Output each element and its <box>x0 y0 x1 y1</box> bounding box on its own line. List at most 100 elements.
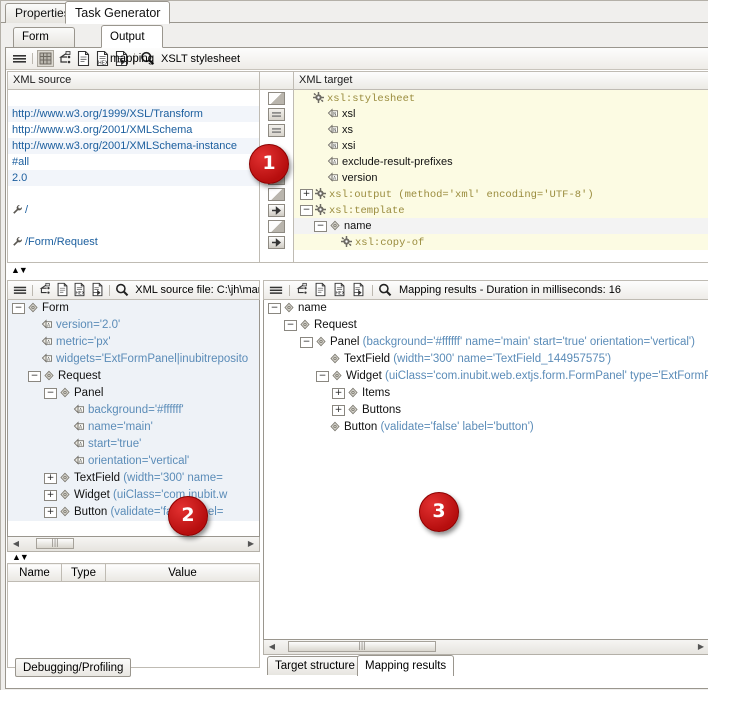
tab-form-mapping[interactable]: Form mapping <box>13 27 75 47</box>
xml-target-row[interactable]: Aversion <box>294 170 710 186</box>
xml-target-row[interactable]: Nxsi <box>294 138 710 154</box>
tree-node[interactable]: +Buttons <box>264 402 709 419</box>
tree-node[interactable]: −Form <box>8 300 259 317</box>
tree-node[interactable]: Aversion='2.0' <box>8 317 259 334</box>
scroll-right-arrow[interactable]: ▶ <box>245 538 257 549</box>
import-document-icon-results[interactable] <box>351 282 368 299</box>
col-type[interactable]: Type <box>62 564 106 582</box>
xml-source-row[interactable]: http://www.w3.org/2001/XMLSchema <box>8 122 259 138</box>
hex-document-icon-source[interactable]: HEX <box>72 282 88 299</box>
map-arrow-button[interactable] <box>268 236 285 249</box>
tree-node[interactable]: +Button (validate='false' label= <box>8 504 259 521</box>
outer-tabstrip: Properties Task Generator <box>1 1 715 23</box>
xml-source-row[interactable] <box>8 186 259 202</box>
debugging-profiling-button[interactable]: Debugging/Profiling <box>15 658 131 677</box>
xml-source-row[interactable] <box>8 218 259 234</box>
xml-target-row[interactable]: Nxs <box>294 122 710 138</box>
xml-source-row[interactable]: /Form/Request <box>8 234 259 250</box>
tab-mapping-results[interactable]: Mapping results <box>357 655 454 676</box>
tree-icon-source[interactable] <box>37 282 53 299</box>
import-document-icon-source[interactable] <box>90 282 106 299</box>
hex-document-icon-results[interactable]: HEX <box>332 282 349 299</box>
tree-node[interactable]: +Items <box>264 385 709 402</box>
results-scroll-thumb[interactable] <box>288 641 436 652</box>
tree-node[interactable]: TextField (width='300' name='TextField_1… <box>264 351 709 368</box>
xml-source-row[interactable]: http://www.w3.org/1999/XSL/Transform <box>8 106 259 122</box>
xml-target-row[interactable]: xsl:copy-of <box>294 234 710 250</box>
tree-node[interactable]: Awidgets='ExtFormPanel|inubitreposito <box>8 351 259 368</box>
scroll-thumb[interactable] <box>36 538 74 549</box>
tree-node[interactable]: −Widget (uiClass='com.inubit.web.extjs.f… <box>264 368 709 385</box>
tree-node[interactable]: +Widget (uiClass='com.inubit.w <box>8 487 259 504</box>
element-icon <box>283 302 295 313</box>
map-half-button[interactable] <box>268 188 285 201</box>
tree-node[interactable]: Aname='main' <box>8 419 259 436</box>
results-scroll-left-arrow[interactable]: ◀ <box>266 641 278 652</box>
attribute-table: Name Type Value <box>7 563 260 582</box>
tab-task-generator[interactable]: Task Generator <box>65 1 170 24</box>
tree-node[interactable]: Aorientation='vertical' <box>8 453 259 470</box>
tree-icon[interactable] <box>56 50 73 67</box>
tree-node[interactable]: −Panel <box>8 385 259 402</box>
xml-target-row[interactable]: +xsl:output (method='xml' encoding='UTF-… <box>294 186 710 202</box>
map-half-button[interactable] <box>268 92 285 105</box>
source-tree-hscrollbar[interactable]: ◀ ▶ <box>7 537 260 552</box>
scroll-left-arrow[interactable]: ◀ <box>10 538 22 549</box>
tree-node[interactable]: Astart='true' <box>8 436 259 453</box>
document-icon-results[interactable] <box>313 282 330 299</box>
map-arrow-button[interactable] <box>268 204 285 217</box>
xml-source-row[interactable] <box>8 90 259 106</box>
map-lines-button[interactable] <box>268 108 285 121</box>
source-tree[interactable]: −FormAversion='2.0'Ametric='px'Awidgets=… <box>7 300 260 537</box>
tree-node[interactable]: −Panel (background='#ffffff' name='main'… <box>264 334 709 351</box>
tab-output-mapping[interactable]: Output mapping <box>101 25 163 48</box>
hex-document-icon[interactable]: HEX <box>94 50 111 67</box>
col-name[interactable]: Name <box>8 564 62 582</box>
tree-node[interactable]: Button (validate='false' label='button') <box>264 419 709 436</box>
xml-target-row[interactable]: xsl:stylesheet <box>294 90 710 106</box>
namespace-icon: N <box>327 124 339 135</box>
document-icon[interactable] <box>75 50 92 67</box>
xml-target-row[interactable]: −xsl:template <box>294 202 710 218</box>
tree-node[interactable]: +TextField (width='300' name= <box>8 470 259 487</box>
document-icon-source[interactable] <box>55 282 71 299</box>
xml-source-row[interactable]: #all <box>8 154 259 170</box>
map-lines-button[interactable] <box>268 124 285 137</box>
row-label: exclude-result-prefixes <box>342 156 453 168</box>
results-tree-hscrollbar[interactable]: ◀ ▶ <box>263 640 710 655</box>
horizontal-sash[interactable]: ▲▼ <box>6 265 712 276</box>
xml-target-row[interactable]: Aexclude-result-prefixes <box>294 154 710 170</box>
results-tree[interactable]: −name−Request−Panel (background='#ffffff… <box>263 300 710 640</box>
tree-node-label: Request <box>58 370 101 382</box>
element-icon <box>59 506 71 517</box>
attribute-table-header: Name Type Value <box>8 564 260 582</box>
element-icon <box>329 220 341 231</box>
results-scroll-right-arrow[interactable]: ▶ <box>695 641 707 652</box>
tree-node[interactable]: Ametric='px' <box>8 334 259 351</box>
sash-arrows[interactable]: ▲▼ <box>6 265 712 275</box>
xml-source-row[interactable]: 2.0 <box>8 170 259 186</box>
search-icon-results[interactable] <box>377 282 394 299</box>
xml-target-row[interactable]: −name <box>294 218 710 234</box>
tree-node[interactable]: −Request <box>8 368 259 385</box>
col-value[interactable]: Value <box>106 564 260 582</box>
tree-node[interactable]: −Request <box>264 317 709 334</box>
lower-left-sash[interactable]: ▲▼ <box>7 552 260 563</box>
menu-icon-results[interactable] <box>268 282 285 299</box>
xml-source-row[interactable]: / <box>8 202 259 218</box>
map-half-button[interactable] <box>268 220 285 233</box>
xml-source-row[interactable]: http://www.w3.org/2001/XMLSchema-instanc… <box>8 138 259 154</box>
tab-target-structure[interactable]: Target structure <box>267 656 363 675</box>
tree-node[interactable]: −name <box>264 300 709 317</box>
lower-left-sash-arrows[interactable]: ▲▼ <box>7 552 260 562</box>
tree-icon-results[interactable] <box>294 282 311 299</box>
menu-icon[interactable] <box>11 50 28 67</box>
toolbar-separator <box>32 53 33 64</box>
grid-icon[interactable] <box>37 50 54 67</box>
menu-icon-source[interactable] <box>12 282 28 299</box>
xml-target-pane: XML target xsl:stylesheetNxslNxsNxsiAexc… <box>293 71 711 263</box>
xml-target-row[interactable]: Nxsl <box>294 106 710 122</box>
tree-node[interactable]: Abackground='#ffffff' <box>8 402 259 419</box>
search-icon-source[interactable] <box>114 282 130 299</box>
attribute-table-body[interactable] <box>7 582 260 668</box>
